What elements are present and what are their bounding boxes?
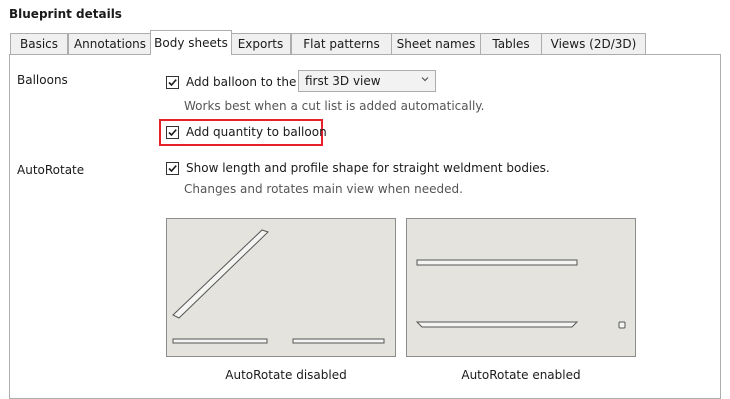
add-balloon-checkbox[interactable] [166,76,179,89]
chevron-down-icon [421,77,429,82]
balloon-view-select-value: first 3D view [305,74,381,88]
tab-annotations[interactable]: Annotations [68,33,152,54]
preview-caption-disabled: AutoRotate disabled [225,368,347,382]
autorotate-section-label: AutoRotate [17,163,85,177]
balloon-hint-text: Works best when a cut list is added auto… [184,99,485,113]
preview-caption-enabled: AutoRotate enabled [461,368,581,382]
weldment-preview-disabled [172,229,385,344]
tab-body-sheets[interactable]: Body sheets [150,30,232,55]
add-balloon-label: Add balloon to the [186,75,297,89]
tab-flat-patterns[interactable]: Flat patterns [291,33,392,54]
tab-basics[interactable]: Basics [10,33,68,54]
dialog-title: Blueprint details [9,7,122,21]
balloons-section-label: Balloons [17,73,68,87]
tab-sheet-names[interactable]: Sheet names [391,33,481,54]
tab-views-2d-3d[interactable]: Views (2D/3D) [541,33,646,54]
preview-autorotate-enabled [406,218,636,357]
autorotate-hint-text: Changes and rotates main view when neede… [184,182,463,196]
tab-tables[interactable]: Tables [480,33,542,54]
checkmark-icon [168,129,177,137]
tab-exports[interactable]: Exports [230,33,291,54]
show-length-label: Show length and profile shape for straig… [186,161,550,175]
preview-autorotate-disabled [166,218,396,357]
checkmark-icon [168,165,177,173]
balloon-view-select[interactable]: first 3D view [298,70,436,92]
show-length-checkbox[interactable] [166,162,179,175]
add-quantity-label: Add quantity to balloon [186,125,327,139]
checkmark-icon [168,79,177,87]
weldment-preview-enabled [415,259,626,329]
add-quantity-checkbox[interactable] [166,126,179,139]
